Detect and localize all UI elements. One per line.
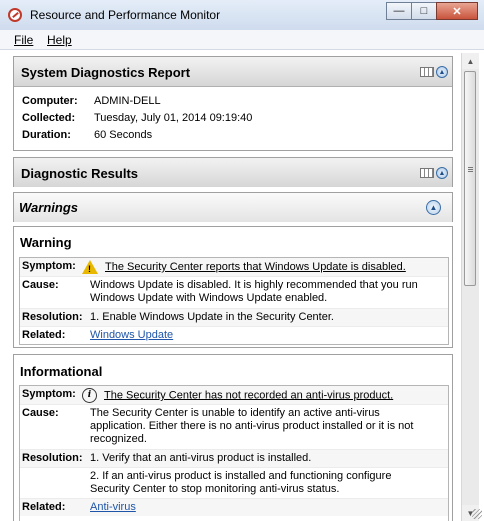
window-title: Resource and Performance Monitor — [30, 8, 221, 22]
system-report-header: System Diagnostics Report ▲ — [14, 57, 452, 87]
cause-line-3: recognized. — [90, 433, 147, 445]
cause-label: Cause: — [22, 407, 59, 419]
maximize-button[interactable]: □ — [411, 2, 437, 20]
collapse-icon[interactable]: ▲ — [426, 200, 441, 215]
computer-row: Computer: ADMIN-DELL — [14, 95, 452, 112]
cause-value: Windows Update is disabled. It is highly… — [90, 279, 442, 305]
diagnostic-results-panel: Diagnostic Results ▲ — [13, 157, 453, 187]
minimize-button[interactable]: — — [386, 2, 412, 20]
cause-line-1: The Security Center is unable to identif… — [90, 407, 380, 419]
warning-group-title: Warning — [20, 235, 72, 250]
resolution-label: Resolution: — [22, 452, 83, 464]
symptom-value-wrap: i The Security Center has not recorded an… — [82, 388, 442, 403]
warning-group: Warning Symptom: The Security Center rep… — [13, 226, 453, 348]
table-row: Resolution: 1. Enable Windows Update in … — [20, 309, 448, 327]
resolution-step-1: 1. Verify that an anti-virus product is … — [90, 452, 312, 464]
scroll-up-arrow-icon[interactable]: ▲ — [462, 53, 479, 69]
scrollbar-thumb[interactable] — [464, 71, 476, 286]
table-row: Related: Windows Update — [20, 327, 448, 344]
title-bar: Resource and Performance Monitor — □ ✕ — [0, 0, 484, 31]
symptom-value: The Security Center has not recorded an … — [104, 389, 394, 402]
resolution-step-2-line-2: Security Center to stop monitoring anti-… — [90, 483, 340, 495]
collected-row: Collected: Tuesday, July 01, 2014 09:19:… — [14, 112, 452, 129]
window-controls: — □ ✕ — [386, 2, 478, 20]
cause-line-2: application. Either there is no anti-vir… — [90, 420, 414, 432]
system-report-title: System Diagnostics Report — [21, 65, 191, 80]
table-view-icon[interactable] — [420, 168, 434, 178]
resolution-step-2-line-1: 2. If an anti-virus product is installed… — [90, 470, 392, 482]
related-label: Related: — [22, 501, 66, 513]
table-row: Cause: Windows Update is disabled. It is… — [20, 277, 448, 309]
table-view-icon[interactable] — [420, 67, 434, 77]
menu-bar: File Help — [0, 30, 484, 50]
duration-row: Duration: 60 Seconds — [14, 129, 452, 146]
warnings-header[interactable]: Warnings ▲ — [14, 193, 452, 222]
warning-icon — [82, 260, 98, 276]
informational-group: Informational Symptom: i The Security Cen… — [13, 354, 453, 521]
close-button[interactable]: ✕ — [436, 2, 478, 20]
table-row: Cause: The Security Center is unable to … — [20, 405, 448, 450]
diagnostic-results-header: Diagnostic Results ▲ — [14, 158, 452, 187]
resolution-value: 1. Enable Windows Update in the Security… — [90, 311, 334, 323]
duration-value: 60 Seconds — [94, 129, 153, 141]
table-row: Related: Anti-virus — [20, 499, 448, 516]
informational-group-title: Informational — [20, 364, 103, 379]
menu-file-label: File — [14, 33, 34, 47]
cause-line-1: Windows Update is disabled. It is highly… — [90, 279, 418, 291]
report-content: System Diagnostics Report ▲ Computer: AD… — [8, 53, 458, 521]
computer-label: Computer: — [22, 95, 78, 107]
symptom-label: Symptom: — [22, 260, 76, 272]
computer-value: ADMIN-DELL — [94, 95, 161, 107]
table-row: Symptom: i The Security Center has not re… — [20, 386, 448, 405]
warning-table: Symptom: The Security Center reports tha… — [19, 257, 449, 345]
app-icon — [8, 8, 22, 22]
cause-line-2: Windows Update with Windows Update enabl… — [90, 292, 328, 304]
table-row: Resolution: 1. Verify that an anti-virus… — [20, 450, 448, 468]
anti-virus-link[interactable]: Anti-virus — [90, 501, 442, 514]
resolution-step-2: 2. If an anti-virus product is installed… — [90, 470, 442, 496]
warnings-title: Warnings — [19, 200, 78, 215]
windows-update-link[interactable]: Windows Update — [90, 329, 442, 342]
menu-help[interactable]: Help — [47, 33, 72, 47]
related-label: Related: — [22, 329, 66, 341]
system-report-panel: System Diagnostics Report ▲ Computer: AD… — [13, 56, 453, 151]
symptom-value-wrap: The Security Center reports that Windows… — [82, 260, 442, 276]
collapse-icon[interactable]: ▲ — [436, 66, 448, 78]
cause-value: The Security Center is unable to identif… — [90, 407, 442, 446]
collected-label: Collected: — [22, 112, 76, 124]
resolution-label: Resolution: — [22, 311, 83, 323]
collected-value: Tuesday, July 01, 2014 09:19:40 — [94, 112, 253, 124]
info-icon: i — [82, 388, 97, 403]
table-row: Symptom: The Security Center reports tha… — [20, 258, 448, 277]
collapse-icon[interactable]: ▲ — [436, 167, 448, 179]
menu-file[interactable]: File — [14, 33, 33, 47]
informational-table: Symptom: i The Security Center has not re… — [19, 385, 449, 521]
cause-label: Cause: — [22, 279, 59, 291]
menu-help-label: Help — [47, 33, 72, 47]
vertical-scrollbar[interactable]: ▲ ▼ — [461, 53, 479, 521]
grip-icon — [468, 167, 473, 168]
duration-label: Duration: — [22, 129, 71, 141]
resize-grip-icon[interactable] — [472, 509, 482, 519]
diagnostic-results-title: Diagnostic Results — [21, 166, 139, 181]
symptom-value: The Security Center reports that Windows… — [105, 260, 406, 273]
table-row: 2. If an anti-virus product is installed… — [20, 468, 448, 499]
warnings-panel: Warnings ▲ — [13, 192, 453, 222]
symptom-label: Symptom: — [22, 388, 76, 400]
